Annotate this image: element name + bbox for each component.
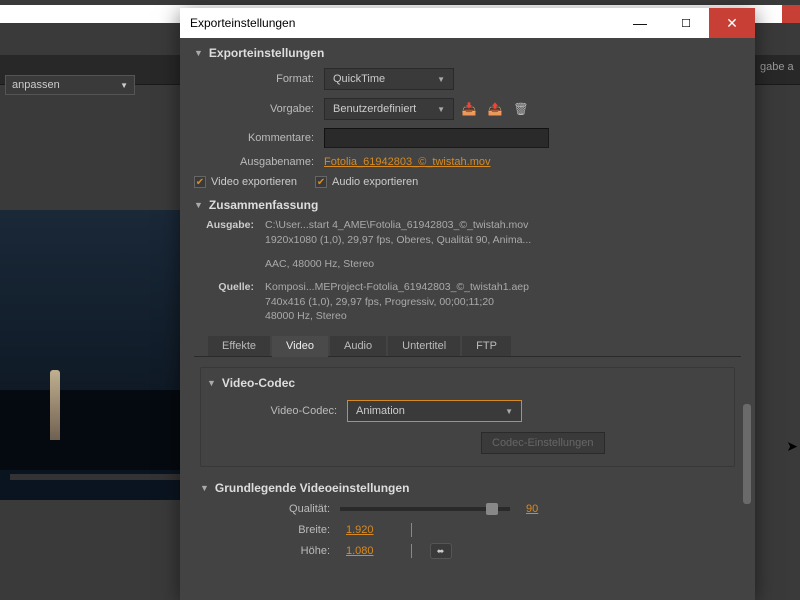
summary-header-label: Zusammenfassung	[209, 198, 318, 212]
maximize-button[interactable]: ☐	[663, 8, 709, 38]
import-preset-icon[interactable]: 📤	[484, 98, 506, 120]
export-audio-label: Audio exportieren	[332, 176, 418, 188]
quality-row: Qualität: 90	[180, 499, 755, 519]
height-label: Höhe:	[200, 545, 340, 557]
format-value: QuickTime	[333, 73, 385, 85]
quelle-line1: Komposi...MEProject-Fotolia_61942803_©_t…	[265, 281, 529, 293]
codec-value: Animation	[356, 405, 405, 417]
bg-fit-dropdown[interactable]: anpassen ▼	[5, 75, 135, 95]
format-label: Format:	[194, 73, 324, 85]
quelle-line2: 740x416 (1,0), 29,97 fps, Progressiv, 00…	[265, 296, 494, 308]
codec-section: ▼ Video-Codec Video-Codec: Animation ▼ C…	[200, 367, 735, 467]
preset-dropdown[interactable]: Benutzerdefiniert ▼	[324, 98, 454, 120]
width-value[interactable]: 1.920	[346, 524, 374, 536]
chevron-down-icon: ▼	[505, 407, 513, 416]
checkbox-icon: ✔	[315, 176, 327, 188]
preset-row: Vorgabe: Benutzerdefiniert ▼ 📥 📤 🗑	[180, 94, 755, 124]
chevron-down-icon: ▼	[120, 81, 128, 90]
window-title: Exporteinstellungen	[180, 16, 295, 30]
width-label: Breite:	[200, 524, 340, 536]
quelle-label: Quelle:	[194, 280, 254, 295]
tab-audio[interactable]: Audio	[330, 336, 386, 356]
codec-section-header[interactable]: ▼ Video-Codec	[201, 376, 734, 396]
height-row: Höhe: 1.080 ⬌	[180, 539, 755, 563]
quality-value[interactable]: 90	[526, 503, 538, 515]
comment-row: Kommentare:	[180, 124, 755, 152]
format-row: Format: QuickTime ▼	[180, 64, 755, 94]
codec-row: Video-Codec: Animation ▼	[201, 396, 734, 426]
output-label: Ausgabename:	[194, 156, 324, 168]
quelle-line3: 48000 Hz, Stereo	[265, 310, 347, 322]
codec-dropdown[interactable]: Animation ▼	[347, 400, 522, 422]
ausgabe-label: Ausgabe:	[194, 218, 254, 233]
export-video-label: Video exportieren	[211, 176, 297, 188]
tab-video[interactable]: Video	[272, 336, 328, 357]
window-buttons: — ☐ ✕	[617, 8, 755, 38]
quality-label: Qualität:	[200, 503, 340, 515]
close-button[interactable]: ✕	[709, 8, 755, 38]
chevron-down-icon: ▼	[194, 200, 203, 210]
comment-input[interactable]	[324, 128, 549, 148]
preset-label: Vorgabe:	[194, 103, 324, 115]
quality-slider[interactable]	[340, 507, 510, 511]
format-dropdown[interactable]: QuickTime ▼	[324, 68, 454, 90]
chevron-down-icon: ▼	[194, 48, 203, 58]
export-video-check[interactable]: ✔ Video exportieren	[194, 176, 297, 188]
output-row: Ausgabename: Fotolia_61942803_©_twistah.…	[180, 152, 755, 172]
slider-thumb[interactable]	[486, 503, 498, 515]
basic-header-label: Grundlegende Videoeinstellungen	[215, 481, 409, 495]
width-row: Breite: 1.920	[180, 519, 755, 541]
delete-preset-icon[interactable]: 🗑	[510, 98, 532, 120]
bg-close-icon[interactable]	[782, 5, 800, 23]
export-settings-window: Exporteinstellungen — ☐ ✕ ▼ Exporteinste…	[180, 8, 755, 600]
summary-ausgabe: Ausgabe: C:\User...start 4_AME\Fotolia_6…	[180, 216, 755, 249]
tab-ftp[interactable]: FTP	[462, 336, 511, 356]
bg-fit-label: anpassen	[12, 79, 60, 91]
chevron-down-icon: ▼	[207, 378, 216, 388]
summary-ausgabe-audio: AAC, 48000 Hz, Stereo	[180, 249, 755, 274]
output-filename-link[interactable]: Fotolia_61942803_©_twistah.mov	[324, 156, 491, 168]
summary-quelle: Quelle: Komposi...MEProject-Fotolia_6194…	[180, 274, 755, 326]
codec-settings-button: Codec-Einstellungen	[481, 432, 605, 454]
comment-label: Kommentare:	[194, 132, 324, 144]
tab-untertitel[interactable]: Untertitel	[388, 336, 460, 356]
chevron-down-icon: ▼	[437, 105, 445, 114]
tab-bar: Effekte Video Audio Untertitel FTP	[194, 326, 741, 357]
ausgabe-line3: AAC, 48000 Hz, Stereo	[265, 258, 374, 270]
content-area: ▼ Exporteinstellungen Format: QuickTime …	[180, 38, 755, 600]
scrollbar-thumb[interactable]	[743, 404, 751, 504]
chevron-down-icon: ▼	[437, 75, 445, 84]
minimize-button[interactable]: —	[617, 8, 663, 38]
summary-section-header[interactable]: ▼ Zusammenfassung	[180, 192, 755, 216]
cursor-icon: ➤	[786, 438, 798, 455]
export-checks: ✔ Video exportieren ✔ Audio exportieren	[180, 172, 755, 192]
export-header-label: Exporteinstellungen	[209, 46, 324, 60]
export-audio-check[interactable]: ✔ Audio exportieren	[315, 176, 418, 188]
preset-value: Benutzerdefiniert	[333, 103, 416, 115]
titlebar[interactable]: Exporteinstellungen — ☐ ✕	[180, 8, 755, 38]
ausgabe-line1: C:\User...start 4_AME\Fotolia_61942803_©…	[265, 219, 528, 231]
checkbox-icon: ✔	[194, 176, 206, 188]
codec-header-label: Video-Codec	[222, 376, 295, 390]
tab-effekte[interactable]: Effekte	[208, 336, 270, 356]
basic-section-header[interactable]: ▼ Grundlegende Videoeinstellungen	[180, 473, 755, 499]
chevron-down-icon: ▼	[200, 483, 209, 493]
bg-right-header: gabe a	[760, 55, 800, 83]
preview-rocket	[50, 370, 60, 440]
export-section-header[interactable]: ▼ Exporteinstellungen	[180, 38, 755, 64]
save-preset-icon[interactable]: 📥	[458, 98, 480, 120]
ausgabe-line2: 1920x1080 (1,0), 29,97 fps, Oberes, Qual…	[265, 234, 531, 246]
height-value[interactable]: 1.080	[346, 545, 374, 557]
link-dimensions-icon[interactable]: ⬌	[430, 543, 452, 559]
codec-label: Video-Codec:	[207, 405, 347, 417]
